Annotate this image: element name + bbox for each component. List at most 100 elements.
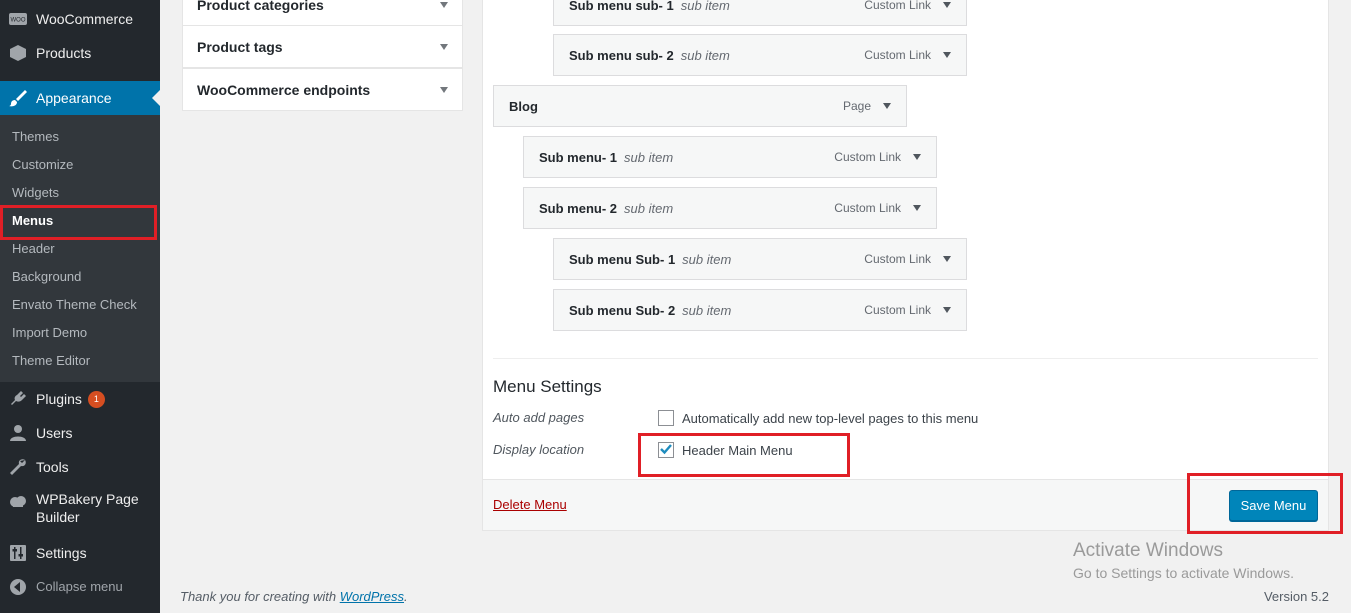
nav-plugins[interactable]: Plugins 1 — [0, 382, 160, 416]
menu-item[interactable]: Sub menu Sub- 1 sub item Custom Link — [553, 238, 967, 280]
nav-wpbakery[interactable]: WPBakery Page Builder — [0, 490, 160, 530]
nav-users-label: Users — [36, 425, 73, 441]
plugins-update-badge: 1 — [87, 390, 105, 408]
menu-item-subtitle: sub item — [624, 200, 674, 216]
nav-wpbakery-label: WPBakery Page Builder — [36, 490, 139, 526]
caret-down-icon[interactable] — [913, 205, 921, 211]
nav-settings[interactable]: Settings — [0, 536, 160, 570]
caret-down-icon[interactable] — [943, 2, 951, 8]
menu-item-title: Sub menu sub- 2 — [569, 47, 674, 63]
submenu-background[interactable]: Background — [12, 269, 81, 285]
user-icon — [0, 424, 36, 442]
menu-item-type: Page — [842, 99, 871, 113]
activate-windows-title: Activate Windows — [1073, 540, 1223, 561]
activate-windows-subtitle: Go to Settings to activate Windows. — [1073, 565, 1294, 581]
nav-products-label: Products — [36, 45, 92, 61]
submenu-customize[interactable]: Customize — [12, 157, 73, 173]
footer-thanks-prefix: Thank you for creating with — [180, 589, 340, 604]
caret-down-icon[interactable] — [943, 307, 951, 313]
caret-down-icon[interactable] — [943, 256, 951, 262]
accordion-woocommerce-endpoints[interactable]: WooCommerce endpoints — [182, 68, 463, 111]
collapse-arrow-icon — [0, 578, 36, 596]
menu-item-title: Sub menu sub- 1 — [569, 0, 674, 13]
submenu-theme-editor[interactable]: Theme Editor — [12, 353, 90, 369]
menu-item[interactable]: Blog Page — [493, 85, 907, 127]
woo-logo-text: WOO — [11, 18, 26, 24]
woocommerce-icon: WOO — [0, 10, 36, 28]
menu-item-title: Blog — [509, 98, 538, 114]
auto-add-pages-checkbox[interactable] — [658, 410, 674, 426]
menu-item-subtitle: sub item — [624, 149, 674, 165]
submenu-envato-theme-check[interactable]: Envato Theme Check — [12, 297, 137, 313]
submenu-widgets[interactable]: Widgets — [12, 185, 59, 201]
accordion-woocommerce-endpoints-label: WooCommerce endpoints — [197, 81, 371, 98]
nav-wpbakery-line1: WPBakery Page — [36, 491, 139, 507]
menu-item-subtitle: sub item — [682, 251, 732, 267]
menu-item-title: Sub menu Sub- 2 — [569, 302, 676, 318]
menu-item-title: Sub menu- 2 — [539, 200, 618, 216]
collapse-menu-label: Collapse menu — [36, 579, 123, 594]
menu-item-type: Custom Link — [864, 252, 931, 266]
nav-products[interactable]: Products — [0, 36, 160, 70]
nav-woocommerce[interactable]: WOO WooCommerce — [0, 2, 160, 36]
menu-item[interactable]: Sub menu- 2 sub item Custom Link — [523, 187, 937, 229]
submenu-import-demo[interactable]: Import Demo — [12, 325, 87, 341]
wordpress-link[interactable]: WordPress — [340, 589, 404, 604]
menu-item-subtitle: sub item — [680, 0, 730, 13]
menu-item[interactable]: Sub menu Sub- 2 sub item Custom Link — [553, 289, 967, 331]
menu-item-title: Sub menu- 1 — [539, 149, 618, 165]
paintbrush-icon — [0, 89, 36, 107]
save-highlight-box — [1187, 473, 1343, 534]
accordion-product-tags[interactable]: Product tags — [182, 25, 463, 68]
menus-highlight-box — [0, 205, 157, 240]
sliders-icon — [0, 544, 36, 562]
caret-down-icon[interactable] — [440, 86, 448, 93]
footer-thanks: Thank you for creating with WordPress. — [180, 589, 408, 604]
caret-down-icon[interactable] — [440, 1, 448, 8]
cloud-icon — [0, 490, 36, 510]
caret-down-icon[interactable] — [883, 103, 891, 109]
collapse-menu-button[interactable]: Collapse menu — [0, 570, 160, 604]
accordion-product-tags-label: Product tags — [197, 38, 283, 55]
footer-thanks-suffix: . — [404, 589, 408, 604]
nav-appearance[interactable]: Appearance — [0, 81, 160, 115]
plug-icon — [0, 390, 36, 408]
menu-item-type: Custom Link — [864, 303, 931, 317]
accordion-product-categories[interactable]: Product categories — [182, 0, 463, 26]
delete-menu-link[interactable]: Delete Menu — [493, 497, 567, 512]
nav-settings-label: Settings — [36, 545, 87, 561]
auto-add-pages-label: Auto add pages — [493, 410, 585, 425]
box-icon — [0, 44, 36, 62]
nav-tools-label: Tools — [36, 459, 69, 475]
nav-plugins-label: Plugins — [36, 391, 82, 407]
appearance-submenu: Themes Customize Widgets Menus Header Ba… — [0, 115, 160, 382]
menu-item[interactable]: Sub menu- 1 sub item Custom Link — [523, 136, 937, 178]
caret-down-icon[interactable] — [440, 43, 448, 50]
caret-down-icon[interactable] — [943, 52, 951, 58]
menu-item-type: Custom Link — [834, 150, 901, 164]
nav-appearance-label: Appearance — [36, 90, 112, 106]
nav-tools[interactable]: Tools — [0, 450, 160, 484]
menu-item-subtitle: sub item — [682, 302, 732, 318]
menu-item[interactable]: Sub menu sub- 1 sub item Custom Link — [553, 0, 967, 26]
submenu-themes[interactable]: Themes — [12, 129, 59, 145]
menu-item-type: Custom Link — [864, 0, 931, 12]
footer-version: Version 5.2 — [1263, 589, 1329, 604]
nav-wpbakery-line2: Builder — [36, 509, 80, 525]
menu-item-subtitle: sub item — [680, 47, 730, 63]
menu-settings-title: Menu Settings — [493, 377, 602, 396]
location-highlight-box — [638, 433, 850, 477]
menu-item-type: Custom Link — [834, 201, 901, 215]
submenu-header[interactable]: Header — [12, 241, 55, 257]
settings-divider — [493, 358, 1318, 359]
caret-down-icon[interactable] — [913, 154, 921, 160]
auto-add-pages-text: Automatically add new top-level pages to… — [682, 411, 979, 426]
menu-item-title: Sub menu Sub- 1 — [569, 251, 676, 267]
admin-sidebar: WOO WooCommerce Products Appearance Them… — [0, 0, 160, 613]
nav-users[interactable]: Users — [0, 416, 160, 450]
menu-item-type: Custom Link — [864, 48, 931, 62]
menu-item[interactable]: Sub menu sub- 2 sub item Custom Link — [553, 34, 967, 76]
wrench-icon — [0, 458, 36, 476]
nav-woocommerce-label: WooCommerce — [36, 11, 133, 27]
display-location-label: Display location — [493, 442, 585, 457]
